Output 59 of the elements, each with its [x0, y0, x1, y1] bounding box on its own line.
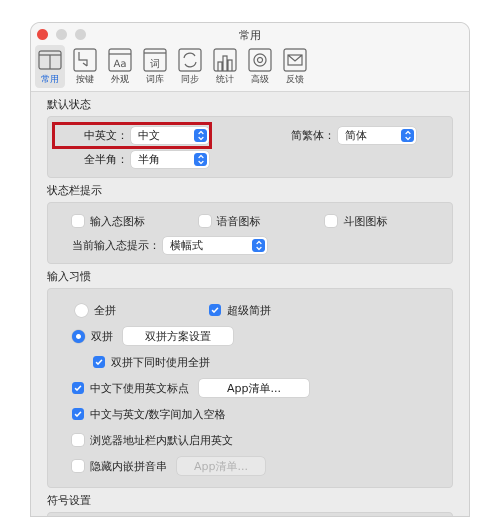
- section-title: 状态栏提示: [47, 184, 103, 198]
- stepper-icon: [252, 238, 265, 252]
- toolbar-tab[interactable]: 词 词库: [140, 45, 170, 88]
- option-label: 隐藏内嵌拼音串: [90, 458, 167, 474]
- field-label: 简繁体：: [291, 128, 335, 142]
- dropdown[interactable]: 横幅式: [163, 236, 267, 254]
- option-label: 双拼: [91, 328, 113, 344]
- font-icon: Aa: [106, 46, 134, 74]
- option-label: 中文下使用英文标点: [90, 380, 189, 396]
- push-button[interactable]: 双拼方案设置: [123, 327, 233, 345]
- checkbox[interactable]: [72, 215, 84, 227]
- zoom-button[interactable]: [75, 29, 86, 40]
- sync-icon: [176, 46, 204, 74]
- option-label: 斗图图标: [343, 214, 388, 228]
- dropdown[interactable]: 半角: [131, 150, 209, 168]
- option-label: 语音图标: [216, 214, 261, 228]
- field-label: 中英文：: [83, 128, 128, 142]
- chart-icon: [211, 46, 239, 74]
- checkbox[interactable]: [198, 215, 211, 227]
- toolbar-tab[interactable]: 统计: [210, 45, 240, 88]
- checkbox[interactable]: [93, 356, 105, 368]
- dictionary-icon: 词: [141, 46, 169, 74]
- settings-icon: [246, 46, 274, 74]
- toolbar-tab[interactable]: 反馈: [280, 45, 310, 88]
- close-button[interactable]: [37, 29, 48, 40]
- stepper-icon: [194, 152, 207, 166]
- section-title: 符号设置: [47, 494, 92, 508]
- stepper-icon: [194, 128, 207, 142]
- dropdown[interactable]: 中文: [131, 126, 209, 144]
- toolbar-tab[interactable]: 高级: [245, 45, 275, 88]
- option-label: 超级简拼: [227, 302, 271, 318]
- checkbox[interactable]: [72, 460, 84, 472]
- checkbox[interactable]: [72, 408, 84, 420]
- option-label: 双拼下同时使用全拼: [111, 354, 210, 370]
- section-title: 输入习惯: [47, 270, 92, 284]
- option-label: 浏览器地址栏内默认启用英文: [90, 432, 233, 448]
- mail-icon: [281, 46, 309, 74]
- dropdown[interactable]: 简体: [338, 126, 416, 144]
- option-label: 全拼: [94, 302, 116, 318]
- radio-button[interactable]: [75, 304, 88, 316]
- option-label: 中文与英文/数字间加入空格: [90, 406, 226, 422]
- toolbar-tab[interactable]: 同步: [175, 45, 205, 88]
- window-title: 常用: [239, 28, 261, 42]
- checkbox[interactable]: [209, 304, 221, 316]
- section-title: 默认状态: [47, 98, 92, 112]
- checkbox[interactable]: [325, 215, 338, 227]
- stepper-icon: [401, 128, 414, 142]
- minimize-button[interactable]: [56, 29, 67, 40]
- field-label: 全半角：: [83, 152, 128, 166]
- radio-button[interactable]: [72, 330, 85, 342]
- option-label: 输入态图标: [90, 214, 145, 228]
- keyboard-icon: [71, 46, 99, 74]
- push-button[interactable]: App清单...: [199, 379, 309, 397]
- field-label: 当前输入态提示：: [72, 238, 160, 252]
- checkbox[interactable]: [72, 382, 84, 394]
- toolbar-tab[interactable]: 按键: [70, 45, 100, 88]
- toolbar-tab[interactable]: 常用: [35, 45, 65, 88]
- toolbar-tab[interactable]: Aa 外观: [105, 45, 135, 88]
- checkbox[interactable]: [72, 434, 84, 446]
